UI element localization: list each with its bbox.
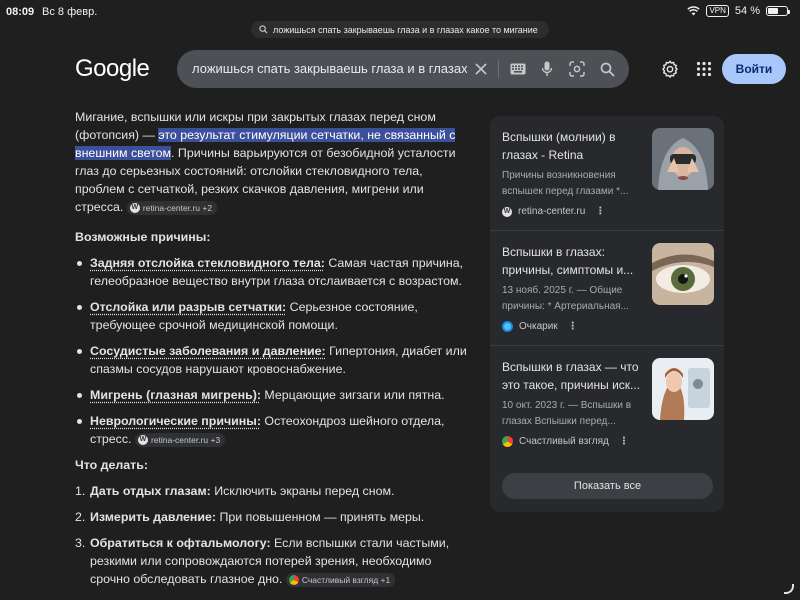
ai-overview: Мигание, вспышки или искры при закрытых … <box>75 108 470 596</box>
more-options-icon[interactable]: ⋮ <box>595 206 605 217</box>
cause-term[interactable]: Задняя отслойка стекловидного тела: <box>90 256 325 270</box>
list-item: Сосудистые заболевания и давление: Гипер… <box>75 342 470 378</box>
site-favicon-icon <box>288 574 299 585</box>
status-right: VPN 54 % <box>687 5 790 17</box>
address-bar[interactable]: ложишься спать закрываешь глаза и в глаз… <box>251 21 549 38</box>
battery-icon <box>766 6 790 16</box>
thumbnail-image[interactable] <box>652 358 714 420</box>
more-options-icon[interactable]: ⋮ <box>568 321 578 332</box>
todo-term: Измерить давление: <box>90 510 217 524</box>
cause-text: Мерцающие зигзаги или пятна. <box>260 388 445 402</box>
settings-gear-icon[interactable] <box>659 58 681 80</box>
show-all-button[interactable]: Показать все <box>502 473 713 499</box>
source-site: W retina-center.ru ⋮ <box>502 206 713 217</box>
divider <box>490 230 724 231</box>
todo-text: При повышенном — принять меры. <box>216 510 425 524</box>
search-icon <box>259 25 268 34</box>
list-item: Неврологические причины: Остеохондроз ше… <box>75 412 470 448</box>
list-item: 3. Обратиться к офтальмологу: Если вспышк… <box>75 534 470 588</box>
sign-in-button[interactable]: Войти <box>722 54 786 84</box>
todo-term: Обратиться к офтальмологу: <box>90 536 271 550</box>
microphone-icon[interactable] <box>537 59 557 79</box>
citation-chip[interactable]: Счастливый взгляд +1 <box>285 572 396 587</box>
thumbnail-image[interactable] <box>652 243 714 305</box>
wifi-icon <box>687 6 701 16</box>
apps-grid-icon[interactable] <box>693 58 715 80</box>
citation-chip[interactable]: Wretina-center.ru +2 <box>126 200 218 215</box>
vpn-badge: VPN <box>706 5 729 17</box>
address-text: ложишься спать закрываешь глаза и в глаз… <box>273 24 538 35</box>
todo-list: 1. Дать отдых глазам: Исключить экраны пе… <box>75 482 470 588</box>
status-time: 08:09 <box>6 6 35 18</box>
battery-fill <box>768 8 778 14</box>
source-snippet: Причины возникновения вспышек перед глаз… <box>502 170 629 197</box>
status-date: Вс 8 февр. <box>42 6 98 18</box>
causes-list: Задняя отслойка стекловидного тела: Сама… <box>75 254 470 448</box>
clear-icon[interactable] <box>471 59 491 79</box>
more-options-icon[interactable]: ⋮ <box>619 436 629 447</box>
list-item: Мигрень (глазная мигрень): Мерцающие зиг… <box>75 386 470 404</box>
battery-percent: 54 % <box>734 5 760 17</box>
source-title[interactable]: Вспышки (молнии) в глазах - Retina <box>502 128 642 164</box>
todo-text: Исключить экраны перед сном. <box>210 484 395 498</box>
sources-panel: Вспышки (молнии) в глазах - Retina Причи… <box>490 116 724 512</box>
cause-term[interactable]: Мигрень (глазная мигрень): <box>90 388 261 402</box>
list-item: Задняя отслойка стекловидного тела: Сама… <box>75 254 470 290</box>
source-site: Очкарик ⋮ <box>502 321 713 332</box>
wordpress-icon: W <box>129 202 140 213</box>
wordpress-icon: W <box>137 434 148 445</box>
resize-handle-icon[interactable] <box>784 584 794 594</box>
source-title[interactable]: Вспышки в глазах — что это такое, причин… <box>502 358 642 394</box>
list-item: 2. Измерить давление: При повышенном — пр… <box>75 508 470 526</box>
source-card[interactable]: Вспышки в глазах: причины, симптомы и...… <box>502 243 714 332</box>
todo-heading: Что делать: <box>75 458 148 472</box>
search-input[interactable]: ложишься спать закрываешь глаза и в глаз… <box>192 61 467 76</box>
source-card[interactable]: Вспышки (молнии) в глазах - Retina Причи… <box>502 128 714 217</box>
search-submit-icon[interactable] <box>597 59 617 79</box>
todo-term: Дать отдых глазам: <box>90 484 211 498</box>
source-site: Счастливый взгляд ⋮ <box>502 436 713 447</box>
wordpress-icon: W <box>502 206 512 217</box>
keyboard-icon[interactable] <box>508 59 528 79</box>
source-card[interactable]: Вспышки в глазах — что это такое, причин… <box>502 358 714 447</box>
source-name: retina-center.ru <box>518 206 586 217</box>
google-logo[interactable]: Google <box>75 55 150 83</box>
source-snippet: 13 нояб. 2025 г. — Общие причины: * Арте… <box>502 285 629 312</box>
list-item: Отслойка или разрыв сетчатки: Серьезное … <box>75 298 470 334</box>
search-divider <box>498 60 499 78</box>
citation-label: Счастливый взгляд +1 <box>301 574 391 585</box>
cause-term[interactable]: Неврологические причины: <box>90 414 261 428</box>
source-snippet: 10 окт. 2023 г. — Вспышки в глазах Вспыш… <box>502 400 632 427</box>
source-title[interactable]: Вспышки в глазах: причины, симптомы и... <box>502 243 642 279</box>
item-number: 3. <box>75 536 86 550</box>
search-box[interactable]: ложишься спать закрываешь глаза и в глаз… <box>177 50 629 88</box>
thumbnail-image[interactable] <box>652 128 714 190</box>
source-name: Очкарик <box>519 321 558 332</box>
cause-term[interactable]: Сосудистые заболевания и давление: <box>90 344 326 358</box>
causes-heading: Возможные причины: <box>75 230 211 244</box>
citation-label: retina-center.ru +3 <box>150 434 221 445</box>
site-favicon-icon <box>502 321 513 332</box>
lens-camera-icon[interactable] <box>567 59 587 79</box>
citation-label: retina-center.ru +2 <box>142 202 213 213</box>
intro-paragraph: Мигание, вспышки или искры при закрытых … <box>75 108 470 216</box>
citation-chip[interactable]: Wretina-center.ru +3 <box>134 432 226 447</box>
list-item: 1. Дать отдых глазам: Исключить экраны пе… <box>75 482 470 500</box>
divider <box>490 345 724 346</box>
site-favicon-icon <box>502 436 513 447</box>
source-name: Счастливый взгляд <box>519 436 609 447</box>
item-number: 1. <box>75 484 86 498</box>
item-number: 2. <box>75 510 86 524</box>
cause-term[interactable]: Отслойка или разрыв сетчатки: <box>90 300 286 314</box>
